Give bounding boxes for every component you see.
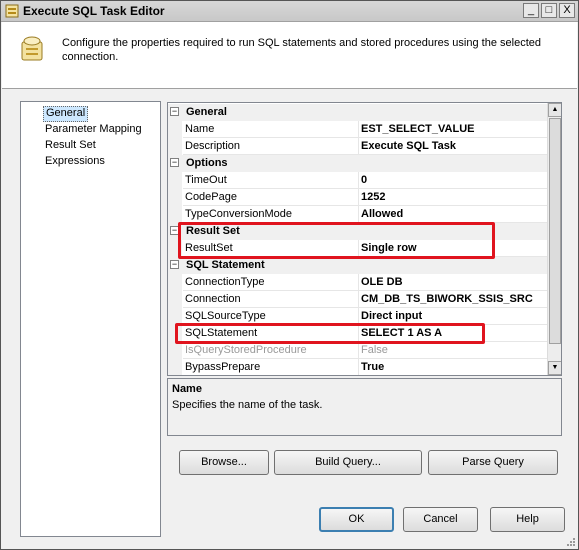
maximize-button[interactable]: □ xyxy=(541,3,557,18)
dialog-window: Execute SQL Task Editor _ □ X Configure … xyxy=(0,0,579,550)
description-text: Specifies the name of the task. xyxy=(172,399,323,411)
category-label: Options xyxy=(186,157,228,169)
window-title: Execute SQL Task Editor xyxy=(23,4,165,18)
collapse-icon[interactable]: − xyxy=(170,260,179,269)
property-label: ConnectionType xyxy=(183,274,359,291)
cancel-button[interactable]: Cancel xyxy=(403,507,478,532)
description-title: Name xyxy=(172,383,202,395)
property-label: CodePage xyxy=(183,189,359,206)
nav-item-general[interactable]: General xyxy=(43,106,89,122)
property-row-is-query-stored-procedure: IsQueryStoredProcedure False xyxy=(168,342,547,359)
property-value[interactable]: Allowed xyxy=(359,206,547,223)
property-value: False xyxy=(359,342,547,359)
parse-query-button[interactable]: Parse Query xyxy=(428,450,558,475)
scroll-down-icon[interactable]: ▼ xyxy=(548,361,561,375)
property-row-connection[interactable]: Connection CM_DB_TS_BIWORK_SSIS_SRC xyxy=(168,291,547,308)
scroll-up-icon[interactable]: ▲ xyxy=(548,103,561,117)
property-label: Connection xyxy=(183,291,359,308)
property-label: BypassPrepare xyxy=(183,359,359,375)
highlight-result-set xyxy=(178,222,495,259)
property-value[interactable]: CM_DB_TS_BIWORK_SSIS_SRC xyxy=(359,291,547,308)
title-bar[interactable]: Execute SQL Task Editor _ □ X xyxy=(1,1,578,22)
property-grid-scrollbar[interactable]: ▲ ▼ xyxy=(547,103,561,375)
ok-button[interactable]: OK xyxy=(319,507,394,532)
property-label: Name xyxy=(183,121,359,138)
dialog-header: Configure the properties required to run… xyxy=(2,22,577,89)
help-button[interactable]: Help xyxy=(490,507,565,532)
resize-grip-icon[interactable] xyxy=(566,537,576,547)
nav-item-result-set[interactable]: Result Set xyxy=(43,138,98,152)
nav-item-parameter-mapping[interactable]: Parameter Mapping xyxy=(43,122,144,136)
collapse-icon[interactable]: − xyxy=(170,158,179,167)
category-general[interactable]: − General xyxy=(168,104,547,121)
property-row-codepage[interactable]: CodePage 1252 xyxy=(168,189,547,206)
highlight-sql-statement xyxy=(175,323,485,344)
property-value[interactable]: 1252 xyxy=(359,189,547,206)
category-options[interactable]: − Options xyxy=(168,155,547,172)
property-row-description[interactable]: Description Execute SQL Task xyxy=(168,138,547,155)
property-description-panel: Name Specifies the name of the task. xyxy=(167,378,562,436)
property-value[interactable]: 0 xyxy=(359,172,547,189)
collapse-icon[interactable]: − xyxy=(170,107,179,116)
property-row-type-conversion-mode[interactable]: TypeConversionMode Allowed xyxy=(168,206,547,223)
browse-button[interactable]: Browse... xyxy=(179,450,269,475)
header-description: Configure the properties required to run… xyxy=(62,37,541,63)
property-row-timeout[interactable]: TimeOut 0 xyxy=(168,172,547,189)
close-button[interactable]: X xyxy=(559,3,575,18)
category-label: General xyxy=(186,106,227,118)
category-sql-statement[interactable]: − SQL Statement xyxy=(168,257,547,274)
property-value[interactable]: EST_SELECT_VALUE xyxy=(359,121,547,138)
property-label: TimeOut xyxy=(183,172,359,189)
property-value[interactable]: Execute SQL Task xyxy=(359,138,547,155)
nav-item-expressions[interactable]: Expressions xyxy=(43,154,107,168)
app-icon xyxy=(5,4,19,18)
property-row-connection-type[interactable]: ConnectionType OLE DB xyxy=(168,274,547,291)
build-query-button[interactable]: Build Query... xyxy=(274,450,422,475)
property-label: IsQueryStoredProcedure xyxy=(183,342,359,359)
property-row-name[interactable]: Name EST_SELECT_VALUE xyxy=(168,121,547,138)
property-label: TypeConversionMode xyxy=(183,206,359,223)
property-value[interactable]: True xyxy=(359,359,547,375)
database-task-icon xyxy=(21,36,43,61)
property-value[interactable]: OLE DB xyxy=(359,274,547,291)
property-label: Description xyxy=(183,138,359,155)
property-row-bypass-prepare[interactable]: BypassPrepare True xyxy=(168,359,547,375)
navigation-pane: General Parameter Mapping Result Set Exp… xyxy=(20,101,161,537)
minimize-button[interactable]: _ xyxy=(523,3,539,18)
category-label: SQL Statement xyxy=(186,259,265,271)
scrollbar-thumb[interactable] xyxy=(549,118,561,344)
